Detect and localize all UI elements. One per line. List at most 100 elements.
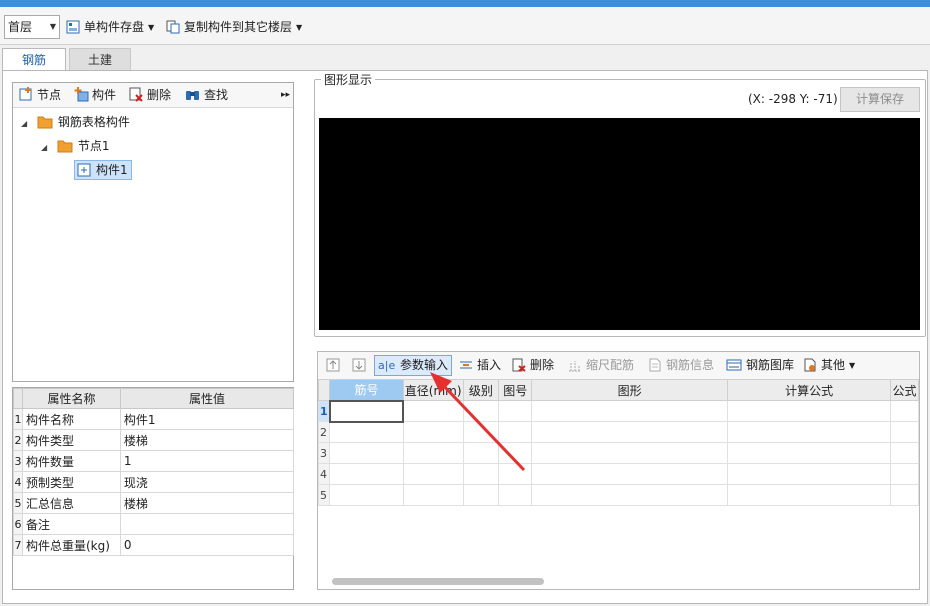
grid-cell[interactable]	[531, 484, 729, 506]
grid-cell[interactable]	[889, 463, 920, 485]
copy-to-floors-button[interactable]: 复制构件到其它楼层 ▼	[166, 15, 302, 39]
table-row[interactable]: 5	[317, 484, 920, 506]
grid-cell[interactable]	[462, 421, 500, 443]
grid-cell[interactable]	[531, 400, 729, 422]
grid-cell[interactable]	[727, 400, 891, 422]
grid-cell[interactable]	[727, 463, 891, 485]
grid-cell[interactable]	[727, 421, 891, 443]
property-row[interactable]: 7 构件总重量(kg) 0	[13, 534, 295, 556]
table-row[interactable]: 4	[317, 463, 920, 485]
grid-cell[interactable]	[329, 442, 404, 464]
property-value[interactable]: 楼梯	[119, 492, 295, 514]
add-component-icon	[74, 87, 89, 102]
column-header-bar-number[interactable]: 筋号	[329, 379, 404, 401]
find-button[interactable]: 查找	[185, 85, 228, 105]
grid-cell[interactable]	[402, 442, 464, 464]
other-button[interactable]: 其他 ▼	[803, 355, 855, 376]
grid-cell[interactable]	[498, 484, 533, 506]
rebar-library-button[interactable]: 钢筋图库	[726, 355, 794, 376]
chevron-down-icon: ▼	[849, 361, 856, 370]
column-header-shape[interactable]: 图形	[531, 379, 729, 401]
column-header-diameter[interactable]: 直径(mm)	[402, 379, 464, 401]
component-tree-panel: 节点 构件 删除 查找 ▸▸ ◢ 钢筋表格构件 ◢ 节点1 构件1	[12, 82, 294, 382]
grid-cell[interactable]	[727, 442, 891, 464]
column-header-grade[interactable]: 级别	[462, 379, 500, 401]
copy-to-floors-label: 复制构件到其它楼层	[184, 20, 293, 34]
scale-rebar-button[interactable]: 缩尺配筋	[568, 355, 634, 376]
grid-cell[interactable]	[462, 400, 500, 422]
grid-cell[interactable]	[462, 463, 500, 485]
add-component-button[interactable]: 构件	[74, 85, 116, 105]
property-row[interactable]: 6 备注	[13, 513, 295, 535]
row-number: 2	[13, 429, 23, 451]
property-row[interactable]: 2 构件类型 楼梯	[13, 429, 295, 451]
graph-canvas[interactable]	[319, 118, 920, 330]
table-row[interactable]: 2	[317, 421, 920, 443]
toolbar-overflow-icon[interactable]: ▸▸	[281, 85, 290, 105]
move-down-button[interactable]	[352, 355, 370, 376]
grid-cell[interactable]	[462, 484, 500, 506]
tab-civil[interactable]: 土建	[69, 48, 131, 71]
property-row[interactable]: 4 预制类型 现浇	[13, 471, 295, 493]
grid-cell[interactable]	[531, 463, 729, 485]
tree-item-node1[interactable]: ◢ 节点1	[41, 136, 109, 156]
grid-cell[interactable]	[889, 421, 920, 443]
grid-cell[interactable]	[402, 484, 464, 506]
grid-cell[interactable]	[889, 442, 920, 464]
grid-cell[interactable]	[328, 399, 405, 423]
properties-panel: 属性名称 属性值 1 构件名称 构件1 2 构件类型 楼梯 3 构件数量 1 4 预制类型 现浇…	[12, 387, 295, 590]
property-row[interactable]: 3 构件数量 1	[13, 450, 295, 472]
grid-cell[interactable]	[498, 400, 533, 422]
property-value[interactable]: 现浇	[119, 471, 295, 493]
expand-triangle-icon: ◢	[41, 143, 48, 152]
grid-cell[interactable]	[329, 463, 404, 485]
add-node-button[interactable]: 节点	[19, 85, 61, 105]
tree-item-root[interactable]: ◢ 钢筋表格构件	[21, 112, 130, 132]
grid-cell[interactable]	[498, 442, 533, 464]
insert-button[interactable]: 插入	[459, 355, 501, 376]
table-row[interactable]: 3	[317, 442, 920, 464]
arrow-up-icon	[326, 358, 340, 372]
chevron-down-icon: ▼	[296, 23, 303, 32]
grid-cell[interactable]	[329, 484, 404, 506]
grid-cell[interactable]	[531, 442, 729, 464]
row-number: 6	[13, 513, 23, 535]
property-name: 构件类型	[21, 429, 121, 451]
property-value[interactable]	[119, 513, 295, 535]
move-up-button[interactable]	[326, 355, 344, 376]
param-input-button[interactable]: a|e 参数输入	[374, 355, 453, 376]
grid-cell[interactable]	[462, 442, 500, 464]
grid-cell[interactable]	[531, 421, 729, 443]
grid-cell[interactable]	[402, 400, 464, 422]
property-value[interactable]: 楼梯	[119, 429, 295, 451]
grid-cell[interactable]	[889, 400, 920, 422]
tab-rebar[interactable]: 钢筋	[2, 48, 66, 71]
save-single-component-button[interactable]: 单构件存盘 ▼	[66, 15, 154, 39]
grid-cell[interactable]	[402, 463, 464, 485]
table-row[interactable]: 1	[317, 399, 920, 423]
grid-cell[interactable]	[329, 421, 404, 443]
property-row[interactable]: 1 构件名称 构件1	[13, 408, 295, 430]
main-toolbar: 首层 ▼ 单构件存盘 ▼ 复制构件到其它楼层 ▼	[0, 7, 930, 45]
property-row[interactable]: 5 汇总信息 楼梯	[13, 492, 295, 514]
property-value[interactable]: 1	[119, 450, 295, 472]
column-header-shape-number[interactable]: 图号	[498, 379, 533, 401]
property-value[interactable]: 构件1	[119, 408, 295, 430]
rebar-panel: a|e 参数输入 插入 删除 缩尺配筋 钢筋信息 钢筋图库 其他 ▼ 筋号 直径…	[317, 351, 920, 590]
grid-cell[interactable]	[727, 484, 891, 506]
delete-tree-item-button[interactable]: 删除	[129, 85, 171, 105]
tab-rebar-label: 钢筋	[21, 53, 46, 67]
grid-cell[interactable]	[498, 463, 533, 485]
grid-cell[interactable]	[402, 421, 464, 443]
rebar-info-button[interactable]: 钢筋信息	[648, 355, 714, 376]
column-header-formula-desc[interactable]: 公式	[889, 379, 920, 401]
grid-cell[interactable]	[498, 421, 533, 443]
calc-save-button[interactable]: 计算保存	[840, 87, 920, 112]
floor-select[interactable]: 首层 ▼	[4, 15, 60, 39]
delete-rebar-button[interactable]: 删除	[512, 355, 554, 376]
property-value[interactable]: 0	[119, 534, 295, 556]
column-header-formula[interactable]: 计算公式	[727, 379, 891, 401]
grid-cell[interactable]	[889, 484, 920, 506]
tree-item-component1[interactable]: 构件1	[74, 160, 132, 180]
horizontal-scrollbar-thumb[interactable]	[332, 578, 544, 585]
